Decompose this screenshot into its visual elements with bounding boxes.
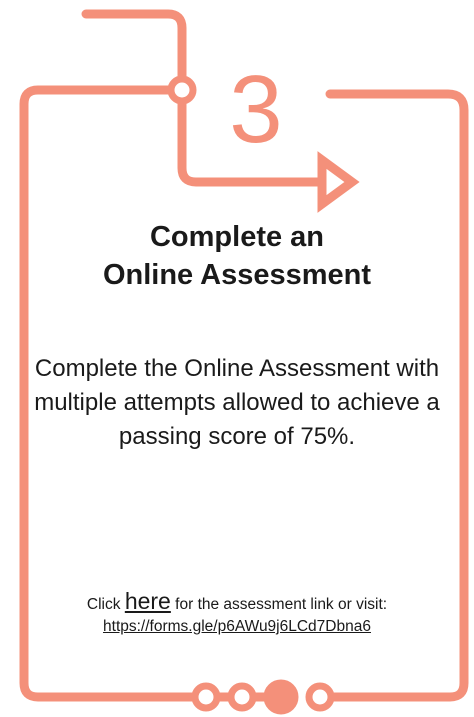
- link-section: Click here for the assessment link or vi…: [30, 590, 444, 638]
- junction-dot: [167, 75, 197, 105]
- card-title: Complete an Online Assessment: [40, 218, 434, 294]
- step-number: 3: [229, 56, 283, 163]
- assessment-here-link[interactable]: here: [125, 588, 171, 614]
- step-card: 3 Complete an Online Assessment Complete…: [0, 0, 474, 717]
- bottom-dot-3: [263, 679, 299, 715]
- link-prefix: Click: [86, 596, 121, 613]
- arrow-head: [317, 151, 360, 213]
- assessment-url-link[interactable]: https://forms.gle/p6AWu9j6LCd7Dbna6: [103, 618, 371, 635]
- bottom-dot-2: [227, 682, 257, 712]
- card-title-line-2: Online Assessment: [102, 259, 372, 291]
- bottom-dot-4: [305, 682, 335, 712]
- card-description: Complete the Online Assessment with mult…: [34, 355, 440, 450]
- bottom-dot-1: [191, 682, 221, 712]
- card-title-line-1: Complete an: [149, 221, 325, 253]
- link-suffix: for the assessment link or visit:: [175, 596, 388, 613]
